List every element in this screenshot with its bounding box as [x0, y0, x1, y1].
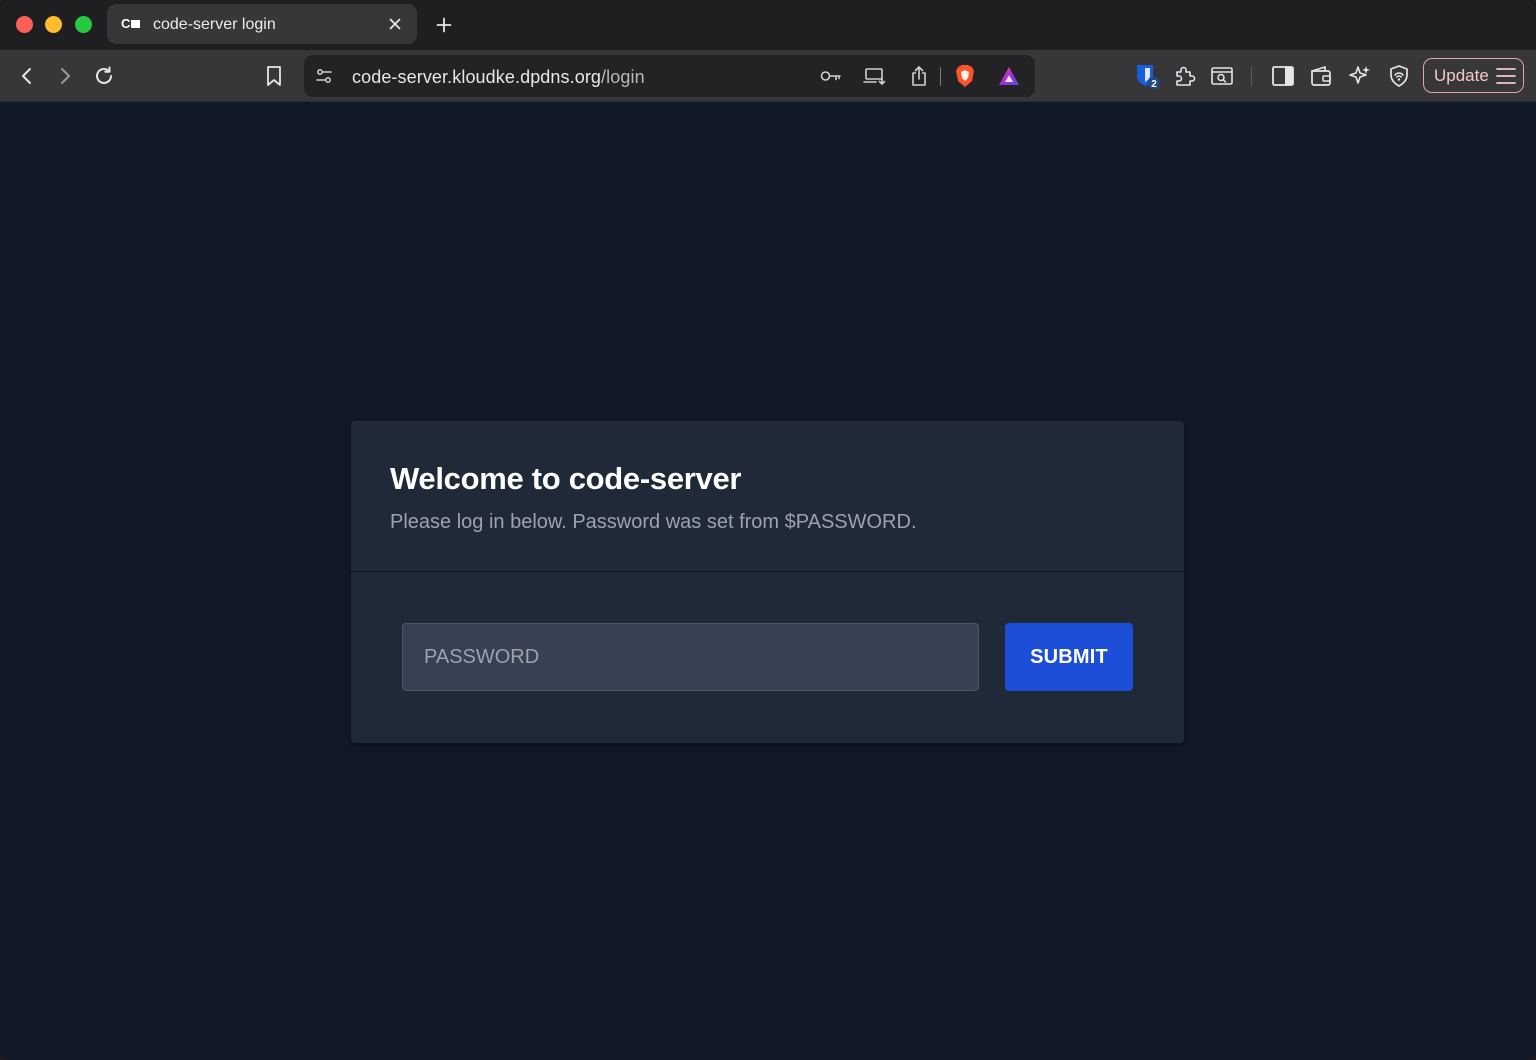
tab-code-server-login[interactable]: C code-server login: [107, 4, 417, 44]
url-text[interactable]: code-server.kloudke.dpdns.org/login: [352, 67, 645, 87]
code-server-favicon-icon: C: [121, 17, 145, 31]
address-bar[interactable]: code-server.kloudke.dpdns.org/login: [304, 55, 1035, 97]
bitwarden-badge: 2: [1151, 79, 1157, 90]
wallet-icon[interactable]: [1307, 62, 1335, 90]
submit-button[interactable]: SUBMIT: [1005, 623, 1133, 691]
password-input[interactable]: [402, 623, 979, 691]
bookmark-icon[interactable]: [260, 62, 288, 90]
tab-close-icon[interactable]: [385, 14, 405, 34]
screenshot-icon[interactable]: [1208, 62, 1236, 90]
url-host: code-server.kloudke.dpdns.org: [352, 67, 602, 87]
leo-ai-icon[interactable]: [1346, 62, 1374, 90]
toolbar-divider: [1251, 67, 1252, 86]
update-label: Update: [1434, 66, 1489, 85]
tab-strip: C code-server login: [0, 0, 1536, 50]
page-content: Welcome to code-server Please log in bel…: [0, 102, 1536, 1060]
key-icon[interactable]: [818, 63, 844, 89]
site-settings-icon[interactable]: [311, 63, 337, 89]
brave-shields-icon[interactable]: [952, 63, 978, 89]
reload-icon[interactable]: [90, 62, 118, 90]
address-bar-divider: [940, 67, 941, 86]
browser-window: C code-server login code-server.kloudke.…: [0, 0, 1536, 1060]
sidebar-icon[interactable]: [1269, 62, 1297, 90]
cast-icon[interactable]: [862, 63, 888, 89]
forward-icon[interactable]: [51, 62, 79, 90]
back-icon[interactable]: [13, 62, 41, 90]
menu-icon: [1496, 67, 1516, 85]
update-button[interactable]: Update: [1423, 58, 1524, 93]
bitwarden-icon[interactable]: 2: [1133, 62, 1161, 90]
login-card: Welcome to code-server Please log in bel…: [351, 421, 1184, 743]
share-icon[interactable]: [906, 63, 932, 89]
brave-rewards-icon[interactable]: [996, 63, 1022, 89]
zoom-window-button[interactable]: [75, 16, 92, 33]
login-title: Welcome to code-server: [390, 461, 742, 496]
login-card-header: Welcome to code-server Please log in bel…: [351, 421, 1184, 572]
url-path: /login: [601, 67, 645, 87]
new-tab-button[interactable]: [432, 13, 456, 37]
extensions-icon[interactable]: [1170, 62, 1198, 90]
browser-toolbar: code-server.kloudke.dpdns.org/login 2 Up…: [0, 50, 1536, 102]
tab-title: code-server login: [153, 16, 276, 33]
login-subtitle: Please log in below. Password was set fr…: [390, 511, 917, 533]
minimize-window-button[interactable]: [45, 16, 62, 33]
close-window-button[interactable]: [16, 16, 33, 33]
vpn-icon[interactable]: [1385, 62, 1413, 90]
